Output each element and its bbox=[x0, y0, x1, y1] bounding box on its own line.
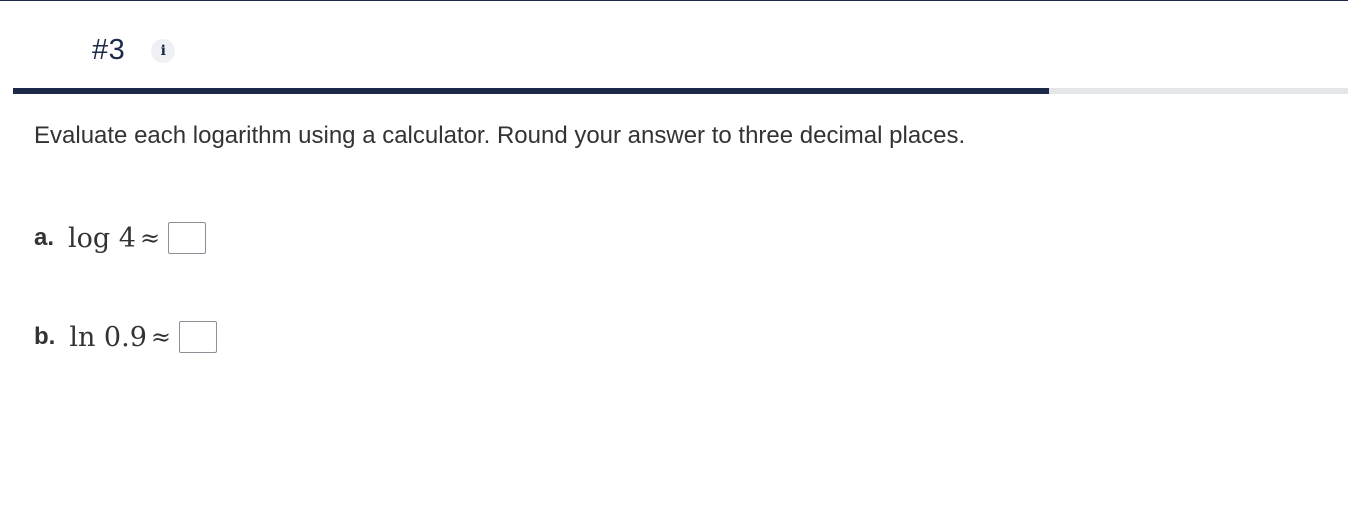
part-label-b: b. bbox=[34, 323, 56, 350]
log-expression: log 4 bbox=[68, 222, 136, 254]
answer-input-b[interactable] bbox=[178, 321, 217, 353]
instructions-text: Evaluate each logarithm using a calculat… bbox=[34, 122, 966, 149]
question-header: #3 i bbox=[92, 34, 176, 67]
part-label-a: a. bbox=[34, 224, 55, 251]
approx-symbol: ≈ bbox=[150, 323, 171, 351]
approx-symbol: ≈ bbox=[139, 224, 161, 252]
progress-bar-fill bbox=[13, 88, 1049, 94]
top-divider bbox=[0, 0, 1348, 1]
question-part-b: b. ln 0.9 ≈ bbox=[34, 321, 217, 353]
progress-bar bbox=[13, 88, 1348, 94]
info-glyph: i bbox=[160, 42, 166, 59]
question-number: #3 bbox=[92, 34, 126, 66]
info-icon[interactable]: i bbox=[151, 38, 176, 63]
question-part-a: a. log 4 ≈ bbox=[34, 222, 207, 254]
question-page: #3 i Evaluate each logarithm using a cal… bbox=[0, 0, 1348, 510]
answer-input-a[interactable] bbox=[168, 222, 207, 254]
ln-expression: ln 0.9 bbox=[69, 321, 147, 353]
